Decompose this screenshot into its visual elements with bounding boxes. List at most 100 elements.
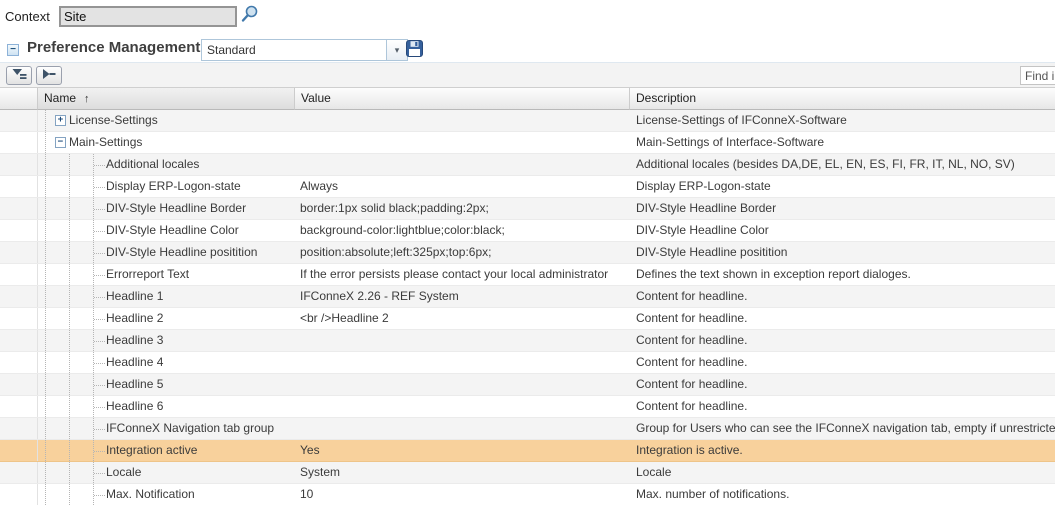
table-row[interactable]: Integration activeYesIntegration is acti… xyxy=(0,440,1055,462)
row-gutter-cell xyxy=(0,484,38,505)
pref-value: background-color:lightblue;color:black; xyxy=(295,220,630,241)
row-gutter-cell xyxy=(0,198,38,219)
pref-value: <br />Headline 2 xyxy=(295,308,630,329)
row-gutter-cell xyxy=(0,220,38,241)
pref-name: Display ERP-Logon-state xyxy=(106,176,241,197)
tree-elbow-line xyxy=(94,451,105,452)
tree-guide-line xyxy=(45,220,46,241)
pref-value: If the error persists please contact you… xyxy=(295,264,630,285)
pref-name: Integration active xyxy=(106,440,197,461)
pref-name: Headline 6 xyxy=(106,396,163,417)
tree-guide-line xyxy=(45,110,46,131)
tree-collapse-icon[interactable]: − xyxy=(55,137,66,148)
row-gutter-cell xyxy=(0,374,38,395)
context-input[interactable] xyxy=(59,6,237,27)
table-row[interactable]: DIV-Style Headline posititionposition:ab… xyxy=(0,242,1055,264)
table-row[interactable]: DIV-Style Headline Borderborder:1px soli… xyxy=(0,198,1055,220)
pref-name-cell: IFConneX Navigation tab group xyxy=(38,418,295,439)
pref-name: Max. Notification xyxy=(106,484,195,505)
tree-guide-line xyxy=(45,374,46,395)
tree-guide-line xyxy=(69,396,70,417)
column-header-name-label: Name xyxy=(44,91,76,105)
pref-name: License-Settings xyxy=(69,113,158,127)
pref-description: Content for headline. xyxy=(630,308,1055,329)
tree-elbow-line xyxy=(94,495,105,496)
tree-elbow-line xyxy=(94,363,105,364)
row-gutter-cell xyxy=(0,330,38,351)
tree-guide-line xyxy=(45,286,46,307)
tree-guide-line xyxy=(69,308,70,329)
pref-value xyxy=(295,110,630,131)
table-row[interactable]: DIV-Style Headline Color background-color… xyxy=(0,220,1055,242)
pref-name-cell: Headline 4 xyxy=(38,352,295,373)
pref-value: Always xyxy=(295,176,630,197)
pref-description: Main-Settings of Interface-Software xyxy=(630,132,1055,153)
pref-value: position:absolute;left:325px;top:6px; xyxy=(295,242,630,263)
tree-guide-line xyxy=(69,286,70,307)
row-gutter-cell xyxy=(0,462,38,483)
filter-menu-icon xyxy=(12,68,27,83)
pref-description: Content for headline. xyxy=(630,286,1055,307)
sort-ascending-icon: ↑ xyxy=(84,93,90,105)
profile-select[interactable]: Standard ▾ xyxy=(201,39,408,61)
preference-management-window: Context − Preference Management Standard… xyxy=(0,0,1055,505)
tree-elbow-line xyxy=(94,275,105,276)
pref-description: Max. number of notifications. xyxy=(630,484,1055,505)
pref-description: Additional locales (besides DA,DE, EL, E… xyxy=(630,154,1055,175)
row-gutter-cell xyxy=(0,286,38,307)
table-row[interactable]: +License-Settings License-Settings of IFC… xyxy=(0,110,1055,132)
table-row[interactable]: Display ERP-Logon-stateAlwaysDisplay ERP… xyxy=(0,176,1055,198)
pref-description: Display ERP-Logon-state xyxy=(630,176,1055,197)
table-row[interactable]: Errorreport TextIf the error persists pl… xyxy=(0,264,1055,286)
collapse-tree-icon xyxy=(42,68,56,83)
search-button[interactable] xyxy=(238,4,260,26)
pref-description: Locale xyxy=(630,462,1055,483)
tree-elbow-line xyxy=(94,297,105,298)
pref-description: License-Settings of IFConneX-Software xyxy=(630,110,1055,131)
gutter-column-header xyxy=(0,88,38,110)
tree-expand-icon[interactable]: + xyxy=(55,115,66,126)
row-gutter-cell xyxy=(0,132,38,153)
pref-name-cell: DIV-Style Headline Border xyxy=(38,198,295,219)
pref-name: DIV-Style Headline Color xyxy=(106,220,239,241)
table-row[interactable]: −Main-SettingsMain-Settings of Interface… xyxy=(0,132,1055,154)
filter-button[interactable] xyxy=(6,66,32,85)
tree-guide-line xyxy=(69,154,70,175)
pref-value: System xyxy=(295,462,630,483)
tree-elbow-line xyxy=(94,385,105,386)
pref-value: IFConneX 2.26 - REF System xyxy=(295,286,630,307)
column-header-description[interactable]: Description xyxy=(630,88,1055,110)
pref-name: Headline 5 xyxy=(106,374,163,395)
pref-name-cell: Errorreport Text xyxy=(38,264,295,285)
table-row[interactable]: Additional localesAdditional locales (be… xyxy=(0,154,1055,176)
pref-value: border:1px solid black;padding:2px; xyxy=(295,198,630,219)
table-row[interactable]: Headline 2<br />Headline 2Content for he… xyxy=(0,308,1055,330)
table-row[interactable]: Headline 1IFConneX 2.26 - REF SystemCont… xyxy=(0,286,1055,308)
table-row[interactable]: LocaleSystemLocale xyxy=(0,462,1055,484)
table-row[interactable]: Max. Notification10Max. number of notifi… xyxy=(0,484,1055,505)
pref-value xyxy=(295,352,630,373)
table-row[interactable]: Headline 5Content for headline. xyxy=(0,374,1055,396)
pref-name-cell: Headline 6 xyxy=(38,396,295,417)
table-row[interactable]: Headline 4Content for headline. xyxy=(0,352,1055,374)
tree-elbow-line xyxy=(94,231,105,232)
table-row[interactable]: Headline 6Content for headline. xyxy=(0,396,1055,418)
column-header-value[interactable]: Value xyxy=(295,88,630,110)
tree-elbow-line xyxy=(94,253,105,254)
table-row[interactable]: IFConneX Navigation tab groupGroup for U… xyxy=(0,418,1055,440)
collapse-all-button[interactable] xyxy=(36,66,62,85)
tree-guide-line xyxy=(69,242,70,263)
table-row[interactable]: Headline 3Content for headline. xyxy=(0,330,1055,352)
pref-name: Headline 4 xyxy=(106,352,163,373)
tree-guide-line xyxy=(45,176,46,197)
pref-name-cell: Max. Notification xyxy=(38,484,295,505)
row-gutter-cell xyxy=(0,308,38,329)
find-input[interactable] xyxy=(1020,66,1055,85)
pref-value xyxy=(295,374,630,395)
tree-guide-line xyxy=(45,440,46,461)
panel-collapse-icon[interactable]: − xyxy=(7,44,19,56)
column-header-name[interactable]: Name ↑ xyxy=(38,88,295,110)
pref-name-cell: Headline 2 xyxy=(38,308,295,329)
tree-guide-line xyxy=(45,308,46,329)
save-button[interactable] xyxy=(404,40,424,60)
